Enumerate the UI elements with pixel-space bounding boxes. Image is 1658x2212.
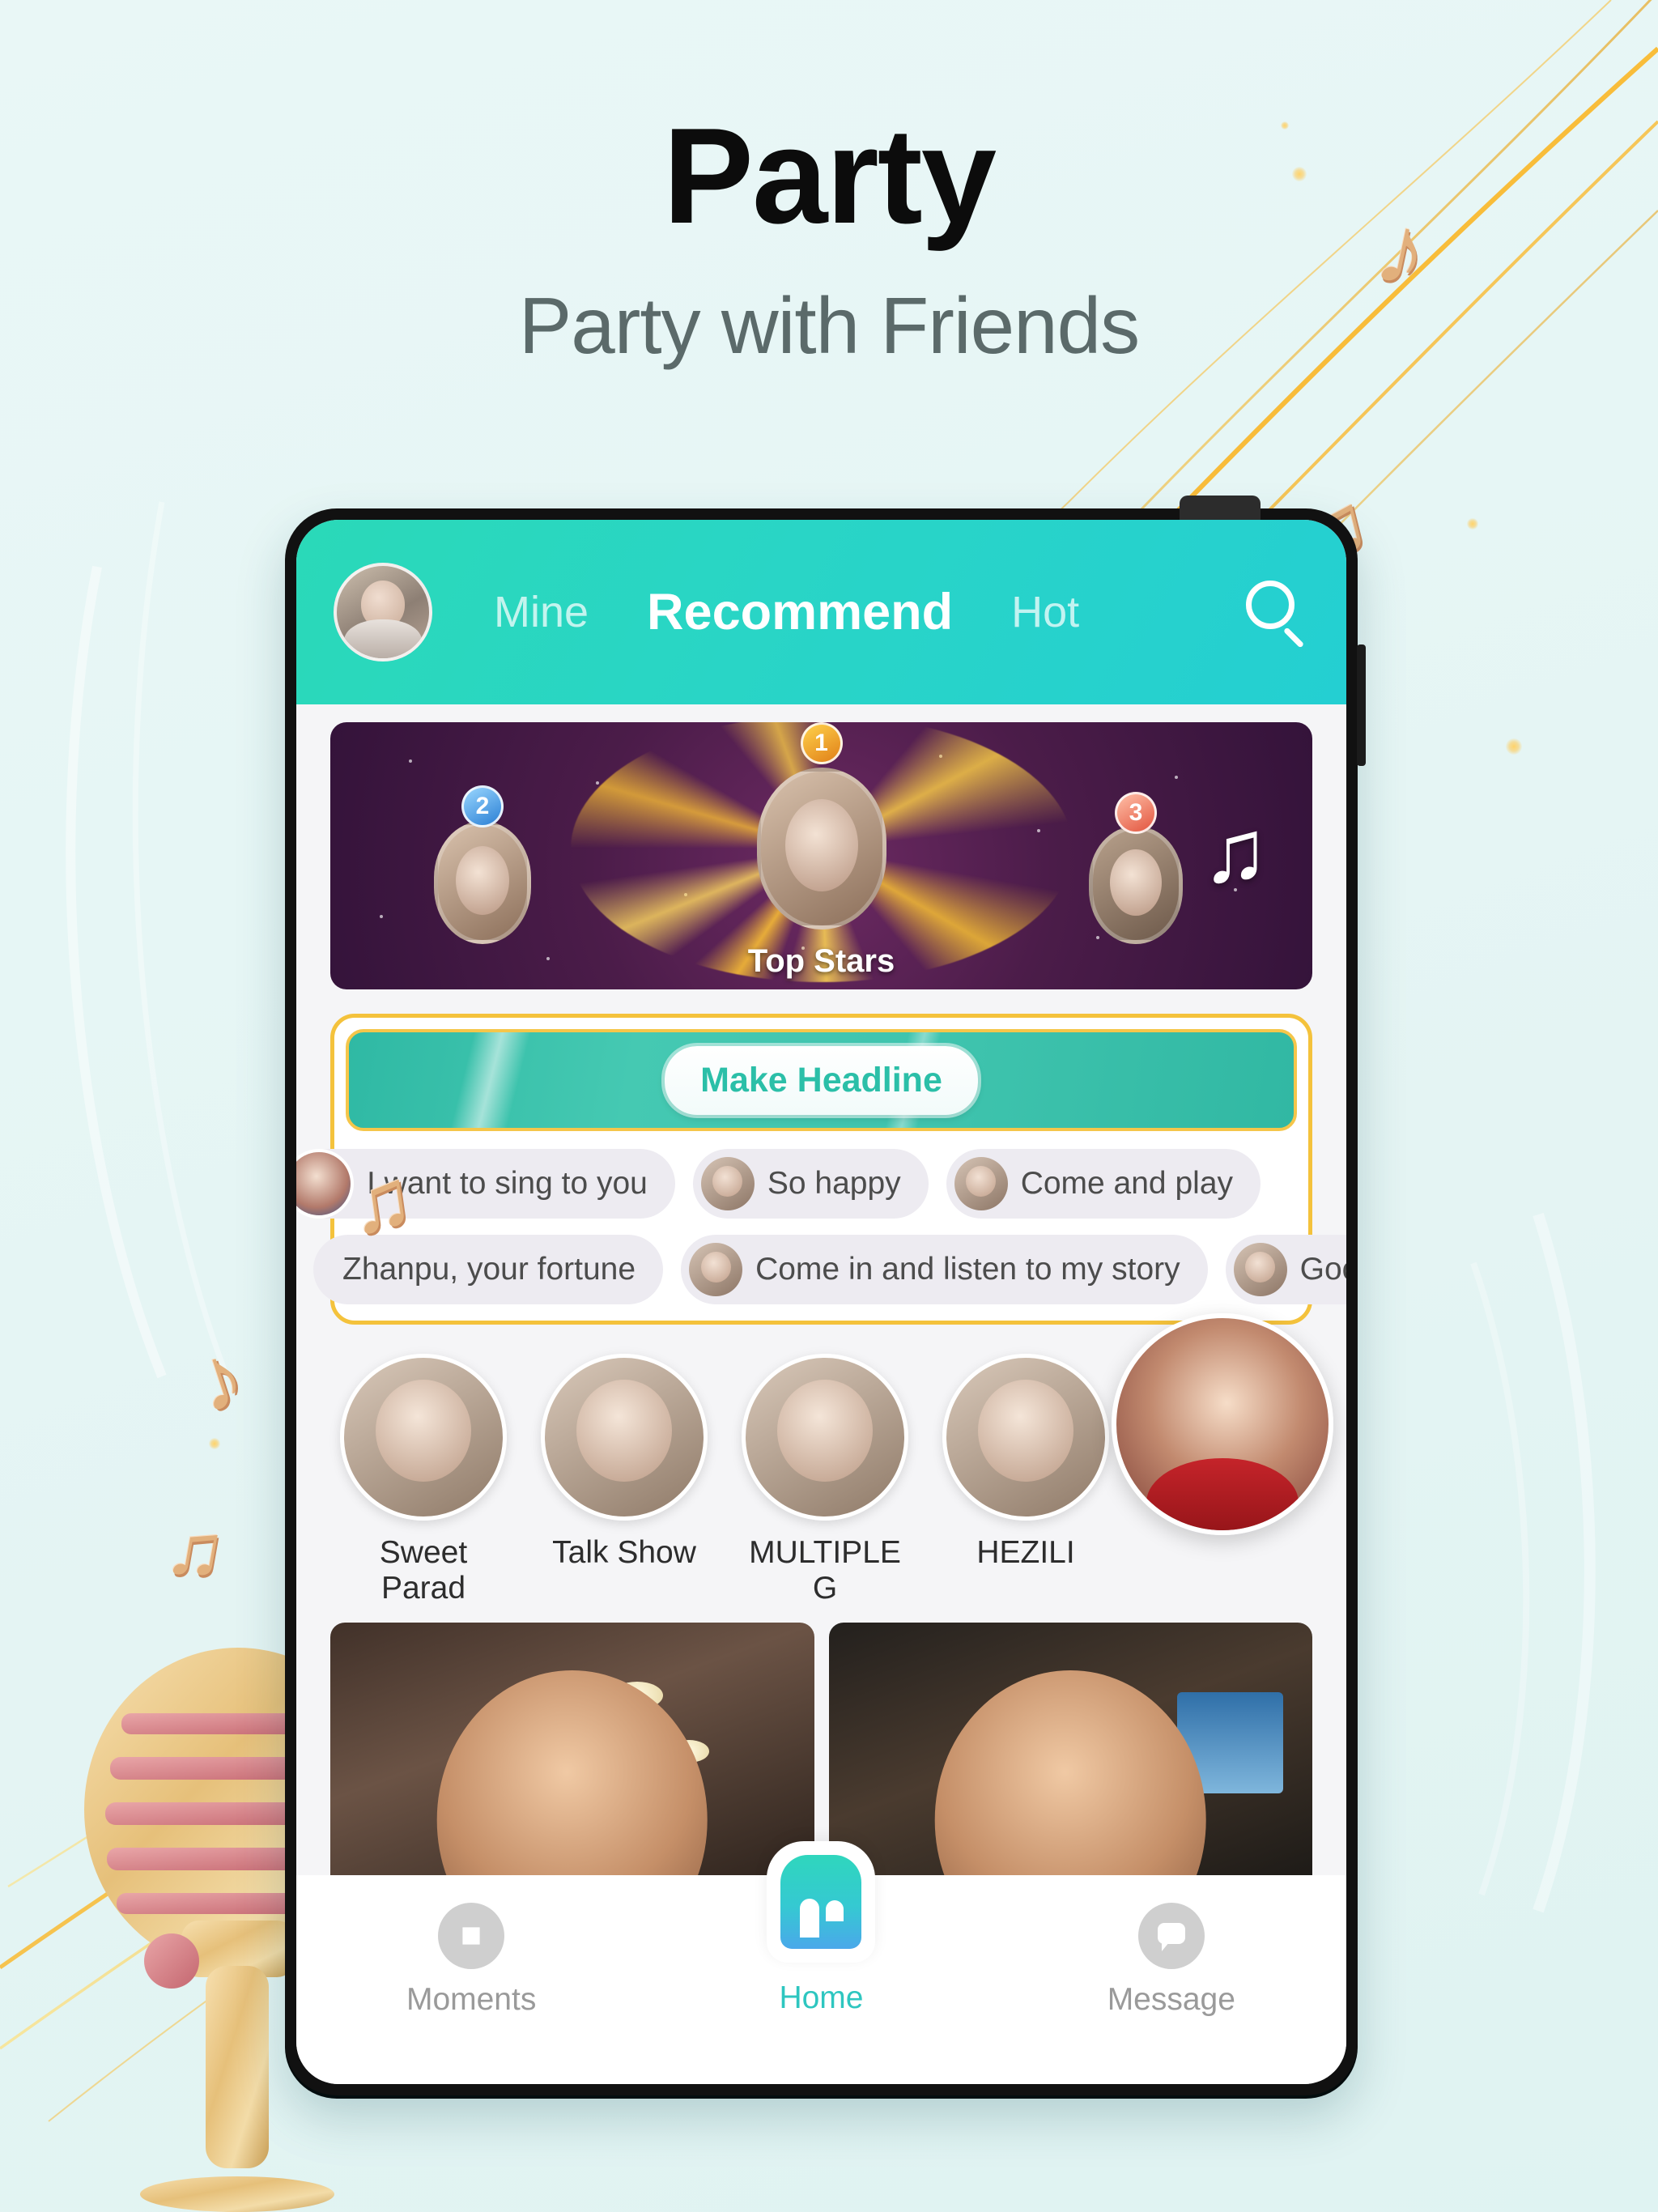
bubble-text: Come in and listen to my story	[755, 1252, 1180, 1287]
rank-two-star[interactable]: 2	[381, 785, 584, 976]
nav-label: Message	[1107, 1982, 1235, 2017]
bubble-text: Come and play	[1020, 1166, 1234, 1201]
category-label: Sweet Parad	[379, 1535, 468, 1606]
category-label: MULTIPLE G	[749, 1535, 901, 1606]
rank-badge: 3	[1115, 792, 1157, 834]
category-row: Sweet Parad Talk Show MULTIPLE G HEZILI	[296, 1313, 1346, 1613]
bubble-row: I want to sing to you So happy Come and …	[296, 1149, 1297, 1219]
list-item[interactable]: Good time	[1225, 1235, 1346, 1304]
music-note-icon: ♫	[1201, 802, 1269, 901]
list-item[interactable]: Zhanpu, your fortune	[313, 1235, 664, 1304]
music-note-icon: ♫	[159, 1501, 232, 1597]
list-item[interactable]: So happy	[692, 1149, 929, 1219]
sparkle-dot	[209, 1438, 220, 1449]
avatar	[954, 1157, 1008, 1210]
category-label: HEZILI	[976, 1535, 1075, 1570]
avatar	[689, 1243, 743, 1296]
tab-mine[interactable]: Mine	[494, 587, 589, 637]
sparkle-dot	[1506, 738, 1522, 755]
video-thumbnail-right[interactable]	[828, 1623, 1312, 1890]
rank-three-star[interactable]: 3	[1039, 792, 1233, 974]
nav-item-home[interactable]: Home	[728, 1841, 914, 2016]
phone-mockup: Mine Recommend Hot 2 1 3 ♫ Top Stars Mak…	[285, 496, 1366, 2095]
list-item[interactable]: Come and play	[946, 1149, 1261, 1219]
bubble-text: Good time	[1299, 1252, 1346, 1287]
sparkle-dot	[1467, 518, 1478, 530]
compass-icon	[438, 1903, 505, 1969]
top-stars-banner[interactable]: 2 1 3 ♫ Top Stars	[330, 722, 1312, 989]
avatar	[296, 1149, 354, 1219]
avatar[interactable]	[334, 563, 432, 661]
app-header: Mine Recommend Hot	[296, 520, 1346, 704]
headline-banner[interactable]: Make Headline	[346, 1029, 1297, 1131]
tab-bar: Mine Recommend Hot	[494, 583, 1079, 641]
nav-item-message[interactable]: Message	[1078, 1903, 1265, 2018]
camera-bump	[1180, 496, 1261, 523]
bubble-text: Zhanpu, your fortune	[342, 1252, 636, 1287]
nav-item-moments[interactable]: Moments	[378, 1903, 564, 2018]
category-thumbnail	[742, 1354, 908, 1521]
rank-badge: 2	[461, 785, 504, 827]
chat-bubble-icon	[1137, 1903, 1205, 1969]
category-thumbnail	[541, 1354, 708, 1521]
make-headline-card: Make Headline I want to sing to you So h…	[296, 1014, 1346, 1325]
tab-hot[interactable]: Hot	[1011, 587, 1079, 637]
page-subtitle: Party with Friends	[518, 280, 1140, 370]
music-note-icon: ♪	[183, 1324, 257, 1433]
room-bubble-list: I want to sing to you So happy Come and …	[296, 1149, 1346, 1304]
rank-badge: 1	[800, 722, 843, 764]
page-title: Party	[662, 100, 997, 252]
phone-screen: Mine Recommend Hot 2 1 3 ♫ Top Stars Mak…	[296, 520, 1346, 2084]
list-item[interactable]: Come in and listen to my story	[681, 1235, 1208, 1304]
home-icon[interactable]	[767, 1841, 876, 1963]
make-headline-button[interactable]: Make Headline	[665, 1045, 978, 1115]
tab-recommend[interactable]: Recommend	[647, 583, 953, 641]
bubble-row: Zhanpu, your fortune Come in and listen …	[313, 1235, 1346, 1304]
hero-section: Party Party with Friends	[0, 105, 1658, 368]
category-item[interactable]: HEZILI	[942, 1354, 1109, 1571]
search-icon[interactable]	[1246, 581, 1309, 649]
nav-label: Moments	[406, 1982, 537, 2017]
category-item[interactable]: Talk Show	[541, 1354, 708, 1571]
list-item[interactable]: I want to sing to you	[296, 1149, 675, 1219]
category-thumbnail	[942, 1354, 1109, 1521]
bubble-text: So happy	[767, 1166, 901, 1201]
bubble-text: I want to sing to you	[367, 1166, 648, 1201]
bottom-navigation: Moments Home Message	[296, 1841, 1346, 2084]
video-thumbnail-left[interactable]	[330, 1623, 814, 1890]
category-thumbnail	[340, 1354, 507, 1521]
category-item[interactable]: Sweet Parad	[340, 1354, 507, 1606]
top-stars-caption: Top Stars	[747, 943, 895, 979]
category-label: Talk Show	[552, 1535, 696, 1570]
avatar	[1233, 1243, 1287, 1296]
rank-one-star[interactable]: 1	[570, 722, 1073, 982]
avatar	[700, 1157, 755, 1210]
nav-label: Home	[779, 1980, 864, 2015]
category-item[interactable]: MULTIPLE G	[742, 1354, 908, 1606]
featured-host-avatar[interactable]	[1112, 1313, 1333, 1535]
